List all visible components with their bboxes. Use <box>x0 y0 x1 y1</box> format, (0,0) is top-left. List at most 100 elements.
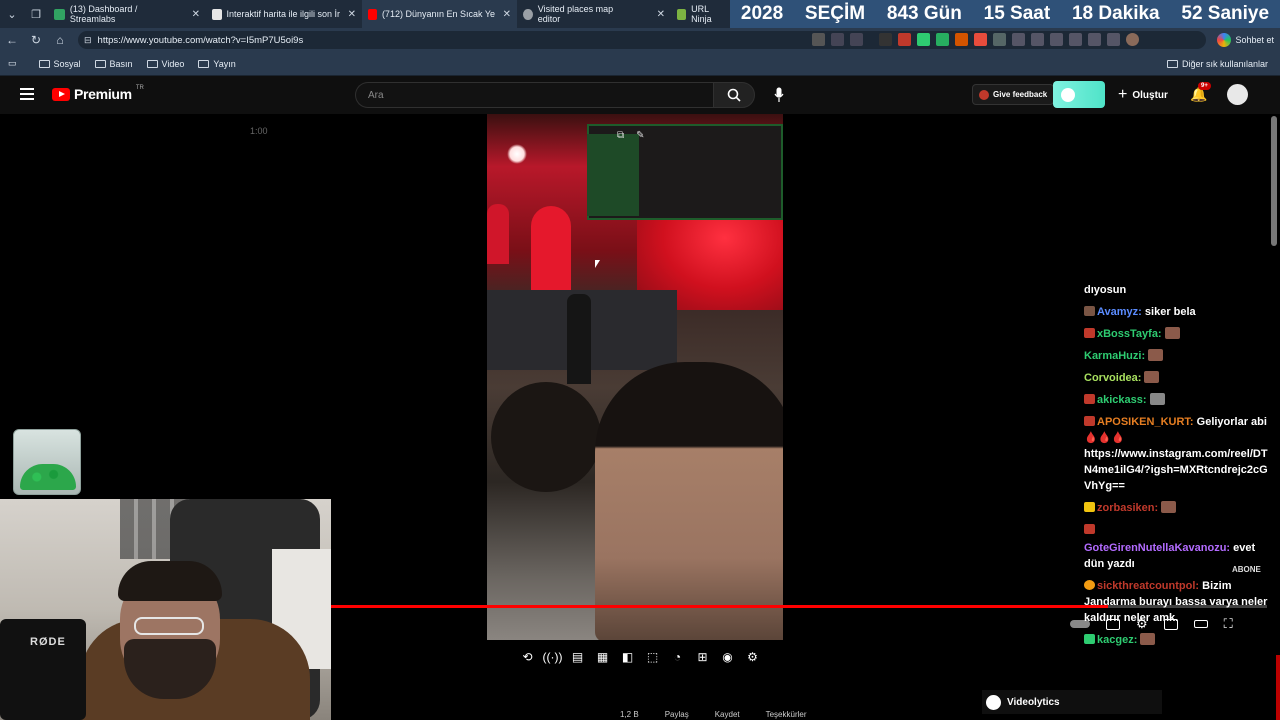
chat-message <box>1084 522 1274 534</box>
close-icon[interactable]: ✕ <box>503 9 511 20</box>
emote-icon <box>1144 371 1160 383</box>
split-screen-icon[interactable] <box>1012 33 1025 46</box>
account-avatar[interactable] <box>1227 84 1248 105</box>
chat-message: sickthreatcountpol: Bizim Jandarma buray… <box>1084 580 1268 624</box>
mic-brand-logo: RØDE <box>30 636 66 648</box>
page-scrollbar[interactable] <box>1271 116 1277 246</box>
chapters-icon[interactable]: ▦ <box>595 650 610 664</box>
close-icon[interactable]: ✕ <box>348 9 356 20</box>
extension-toggle[interactable] <box>1053 81 1105 108</box>
notifications-bell-icon[interactable]: 🔔 9+ <box>1190 82 1211 103</box>
bookmark-folder-sosyal[interactable]: Sosyal <box>38 59 81 69</box>
extension-icon[interactable] <box>955 33 968 46</box>
extension-icon[interactable] <box>974 33 987 46</box>
give-feedback-button[interactable]: Give feedback <box>972 84 1055 105</box>
videolytics-badge[interactable]: Videolytics <box>982 690 1162 714</box>
collections-icon[interactable] <box>1088 33 1101 46</box>
extension-icon[interactable] <box>898 33 911 46</box>
bookmark-folder-basin[interactable]: Basın <box>94 59 133 69</box>
chat-message: dıyosun <box>1084 284 1127 296</box>
extensions-puzzle-icon[interactable] <box>1031 33 1044 46</box>
speed-icon[interactable]: ◔ <box>670 650 685 664</box>
tab-visited-places[interactable]: Visited places map editor ✕ <box>517 0 671 28</box>
microphone-icon[interactable] <box>768 85 790 105</box>
tab-label: URL Ninja <box>691 4 712 24</box>
user-badge-icon <box>1084 416 1095 426</box>
sidebar-toggle-icon[interactable]: ▭ <box>8 58 17 69</box>
extension-icon[interactable] <box>993 33 1006 46</box>
menu-icon[interactable] <box>20 88 34 100</box>
url-text: https://www.youtube.com/watch?v=I5mP7U5o… <box>97 34 304 46</box>
crop-icon[interactable]: ⬚ <box>645 650 660 664</box>
extension-icon[interactable] <box>917 33 930 46</box>
browser-essentials-icon[interactable] <box>1069 33 1082 46</box>
tab-list-icon[interactable]: ⌄ <box>0 0 24 28</box>
copilot-button[interactable]: Sohbet et <box>1217 31 1274 49</box>
tip-jar-widget <box>13 429 81 495</box>
extensions-bar <box>812 33 1139 46</box>
streamer-webcam: RØDE <box>0 499 331 720</box>
share-button[interactable]: Paylaş <box>665 710 689 719</box>
favorites-icon[interactable] <box>1050 33 1063 46</box>
reader-icon[interactable] <box>831 33 844 46</box>
bookmark-folder-yayin[interactable]: Yayın <box>198 59 236 69</box>
chat-message: Avamyz: siker bela <box>1084 304 1274 320</box>
site-info-icon[interactable]: ⊟ <box>84 35 92 46</box>
chat-message: KarmaHuzi: <box>1084 348 1274 364</box>
other-bookmarks[interactable]: Diğer sık kullanılanlar <box>1166 59 1268 69</box>
pip-icon[interactable]: ⧉ <box>617 130 624 141</box>
emote-icon <box>1164 327 1180 339</box>
copilot-label: Sohbet et <box>1235 35 1274 45</box>
extension-icon[interactable] <box>936 33 949 46</box>
extension-icon[interactable] <box>879 33 892 46</box>
emote-icon <box>1149 393 1165 405</box>
aspect-ratio-icon[interactable]: ◧ <box>620 650 635 664</box>
settings-gear-icon[interactable]: ⚙ <box>745 650 760 664</box>
countdown-hours: 15 Saat <box>983 3 1051 24</box>
tab-label: (13) Dashboard / Streamlabs <box>69 4 138 24</box>
audio-icon[interactable]: ((·)) <box>543 650 563 664</box>
emote-icon <box>1148 349 1164 361</box>
close-icon[interactable]: ✕ <box>192 9 200 20</box>
youtube-logo[interactable]: Premium TR <box>52 85 144 102</box>
more-icon[interactable] <box>1107 33 1120 46</box>
edit-icon[interactable]: ✎ <box>636 130 644 141</box>
create-button[interactable]: + Oluştur <box>1118 86 1168 104</box>
search-button[interactable] <box>713 82 755 108</box>
video-actions: 1,2 B Paylaş Kaydet Teşekkürler <box>620 710 807 719</box>
tab-youtube[interactable]: (712) Dünyanın En Sıcak Yeri: İran ✕ <box>362 0 517 28</box>
profile-avatar[interactable] <box>1126 33 1139 46</box>
user-badge-icon <box>1084 580 1095 590</box>
save-button[interactable]: Kaydet <box>715 710 740 719</box>
emote-icon <box>1140 633 1156 645</box>
bookmarks-bar: ▭ Sosyal Basın Video Yayın Diğer sık kul… <box>0 52 1280 76</box>
toggle-knob <box>1061 87 1075 102</box>
screenshot-camera-icon[interactable]: ◉ <box>720 650 735 664</box>
favorite-star-icon[interactable] <box>850 33 863 46</box>
extension-toolbar: ⟲ ((·)) ▤ ▦ ◧ ⬚ ◔ ⊞ ◉ ⚙ <box>520 650 760 664</box>
loop-icon[interactable]: ⟲ <box>520 650 535 664</box>
thanks-button[interactable]: Teşekkürler <box>766 710 807 719</box>
translate-icon[interactable] <box>812 33 825 46</box>
folder-icon <box>38 59 50 68</box>
close-icon[interactable]: ✕ <box>657 9 665 20</box>
refresh-icon[interactable]: ↻ <box>24 33 48 47</box>
news-icon <box>212 8 222 20</box>
expand-icon[interactable]: ⊞ <box>695 650 710 664</box>
countdown-label: SEÇİM <box>804 3 866 24</box>
home-icon[interactable]: ⌂ <box>48 33 72 47</box>
notification-badge: 9+ <box>1198 82 1211 90</box>
mouse-cursor <box>595 260 600 268</box>
view-count-icon[interactable]: ▤ <box>570 650 585 664</box>
tab-url-ninja[interactable]: URL Ninja <box>671 0 731 28</box>
video-frame[interactable] <box>487 114 783 640</box>
workspaces-icon[interactable]: ❐ <box>24 0 48 28</box>
search-input[interactable]: Ara <box>355 82 713 108</box>
chat-message: kacgez: <box>1084 632 1274 648</box>
election-countdown: 2028 SEÇİM 843 Gün 15 Saat 18 Dakika 52 … <box>730 0 1280 28</box>
tab-streamlabs[interactable]: (13) Dashboard / Streamlabs ✕ <box>48 0 206 28</box>
bookmark-folder-video[interactable]: Video <box>146 59 184 69</box>
back-icon[interactable]: ← <box>0 33 24 47</box>
tab-interaktif-harita[interactable]: Interaktif harita ile ilgili son İran h … <box>206 0 362 28</box>
like-button[interactable]: 1,2 B <box>620 710 639 719</box>
